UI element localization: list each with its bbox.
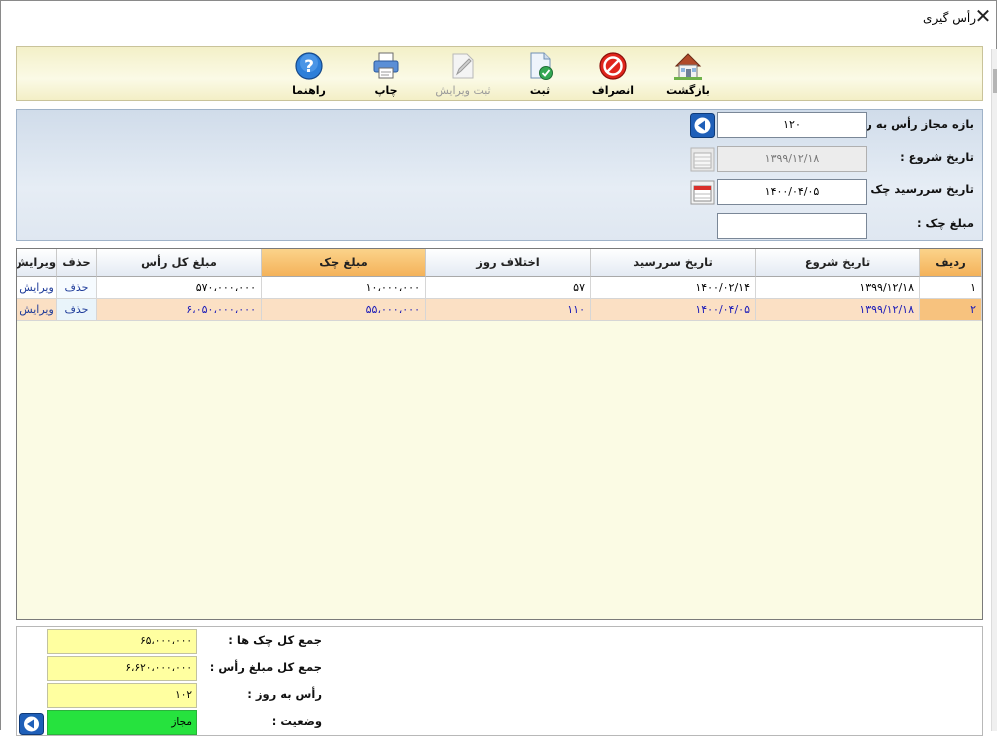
days-label: رأس به روز :	[247, 687, 322, 701]
table-header: ویرایش حذف مبلغ کل رأس مبلغ چک اختلاف رو…	[17, 249, 982, 277]
total-checks-value: ۶۵،۰۰۰،۰۰۰	[47, 629, 197, 654]
total-amount-value: ۶،۶۲۰،۰۰۰،۰۰۰	[47, 656, 197, 681]
status-badge: مجاز	[47, 710, 197, 735]
checks-table: ویرایش حذف مبلغ کل رأس مبلغ چک اختلاف رو…	[16, 248, 983, 620]
check-amount-input[interactable]	[717, 213, 867, 239]
window-title: رأس گیری	[923, 11, 976, 25]
column-header-edit[interactable]: ویرایش	[17, 249, 57, 277]
column-header-total[interactable]: مبلغ کل رأس	[97, 249, 262, 277]
cell-start-date: ۱۳۹۹/۱۲/۱۸	[756, 277, 920, 299]
table-row[interactable]: ویرایش حذف ۶،۰۵۰،۰۰۰،۰۰۰ ۵۵،۰۰۰،۰۰۰ ۱۱۰ …	[17, 299, 982, 321]
cell-due-date: ۱۴۰۰/۰۲/۱۴	[591, 277, 756, 299]
column-header-day-diff[interactable]: اختلاف روز	[426, 249, 591, 277]
cell-total: ۵۷۰،۰۰۰،۰۰۰	[97, 277, 262, 299]
save-button[interactable]: ثبت	[507, 49, 573, 99]
save-button-label: ثبت	[529, 84, 551, 97]
cancel-button[interactable]: انصراف	[580, 49, 646, 99]
printer-icon	[373, 52, 399, 79]
cell-row-number: ۲	[920, 299, 982, 321]
summary-panel: ۶۵،۰۰۰،۰۰۰ جمع کل چک ها : ۶،۶۲۰،۰۰۰،۰۰۰ …	[16, 626, 983, 736]
cell-total: ۶،۰۵۰،۰۰۰،۰۰۰	[97, 299, 262, 321]
toolbar: بازگشت انصراف ثبت ثبت ویرایش چاپ ? راهنم…	[16, 46, 983, 101]
start-date-label: تاریخ شروع :	[900, 150, 974, 164]
cell-amount: ۵۵،۰۰۰،۰۰۰	[262, 299, 426, 321]
scrollbar-thumb[interactable]	[993, 69, 997, 93]
column-header-due-date[interactable]: تاریخ سررسید	[591, 249, 756, 277]
vertical-scrollbar[interactable]	[991, 49, 997, 731]
status-label: وضعیت :	[271, 714, 322, 728]
document-check-icon	[530, 52, 553, 80]
allowed-days-input[interactable]: ۱۲۰	[717, 112, 867, 138]
house-icon	[674, 53, 702, 80]
arrow-left-icon[interactable]	[690, 113, 715, 138]
close-button[interactable]: ✕	[973, 6, 993, 27]
start-date-input[interactable]: ۱۳۹۹/۱۲/۱۸	[717, 146, 867, 172]
edit-link[interactable]: ویرایش	[17, 299, 57, 321]
parameters-panel: بازه مجاز رأس به روز : ۱۲۰ تاریخ شروع : …	[16, 109, 983, 241]
title-bar: رأس گیری ✕	[1, 1, 996, 35]
help-icon: ?	[295, 52, 323, 80]
edit-link[interactable]: ویرایش	[17, 277, 57, 299]
column-header-start-date[interactable]: تاریخ شروع	[756, 249, 920, 277]
arrow-left-icon[interactable]	[19, 713, 44, 735]
check-amount-label: مبلغ چک :	[916, 216, 974, 230]
due-date-label: تاریخ سررسید چک :	[861, 182, 974, 196]
cell-due-date: ۱۴۰۰/۰۴/۰۵	[591, 299, 756, 321]
pencil-icon	[452, 53, 474, 79]
delete-link[interactable]: حذف	[57, 299, 97, 321]
help-button[interactable]: ? راهنما	[276, 49, 342, 99]
save-edit-button[interactable]: ثبت ویرایش	[430, 49, 496, 99]
print-button-label: چاپ	[374, 84, 398, 97]
cell-amount: ۱۰،۰۰۰،۰۰۰	[262, 277, 426, 299]
cell-day-diff: ۵۷	[426, 277, 591, 299]
calendar-icon[interactable]	[690, 180, 715, 205]
back-button[interactable]: بازگشت	[655, 49, 721, 99]
svg-text:?: ?	[304, 57, 314, 77]
column-header-amount[interactable]: مبلغ چک	[262, 249, 426, 277]
cancel-button-label: انصراف	[591, 84, 635, 97]
back-button-label: بازگشت	[666, 84, 710, 97]
print-button[interactable]: چاپ	[353, 49, 419, 99]
due-date-input[interactable]: ۱۴۰۰/۰۴/۰۵	[717, 179, 867, 205]
total-checks-label: جمع کل چک ها :	[228, 633, 322, 647]
delete-link[interactable]: حذف	[57, 277, 97, 299]
column-header-delete[interactable]: حذف	[57, 249, 97, 277]
table-row[interactable]: ویرایش حذف ۵۷۰،۰۰۰،۰۰۰ ۱۰،۰۰۰،۰۰۰ ۵۷ ۱۴۰…	[17, 277, 982, 299]
cell-row-number: ۱	[920, 277, 982, 299]
cell-day-diff: ۱۱۰	[426, 299, 591, 321]
cell-start-date: ۱۳۹۹/۱۲/۱۸	[756, 299, 920, 321]
column-header-row[interactable]: ردیف	[920, 249, 982, 277]
save-edit-button-label: ثبت ویرایش	[435, 84, 491, 97]
help-button-label: راهنما	[292, 84, 326, 97]
calendar-icon[interactable]	[690, 147, 715, 172]
days-value: ۱۰۲	[47, 683, 197, 708]
total-amount-label: جمع کل مبلغ رأس :	[209, 660, 322, 674]
no-entry-icon	[599, 52, 627, 80]
app-window: رأس گیری ✕ بازگشت انصراف ثبت ثبت ویرایش …	[0, 0, 997, 736]
